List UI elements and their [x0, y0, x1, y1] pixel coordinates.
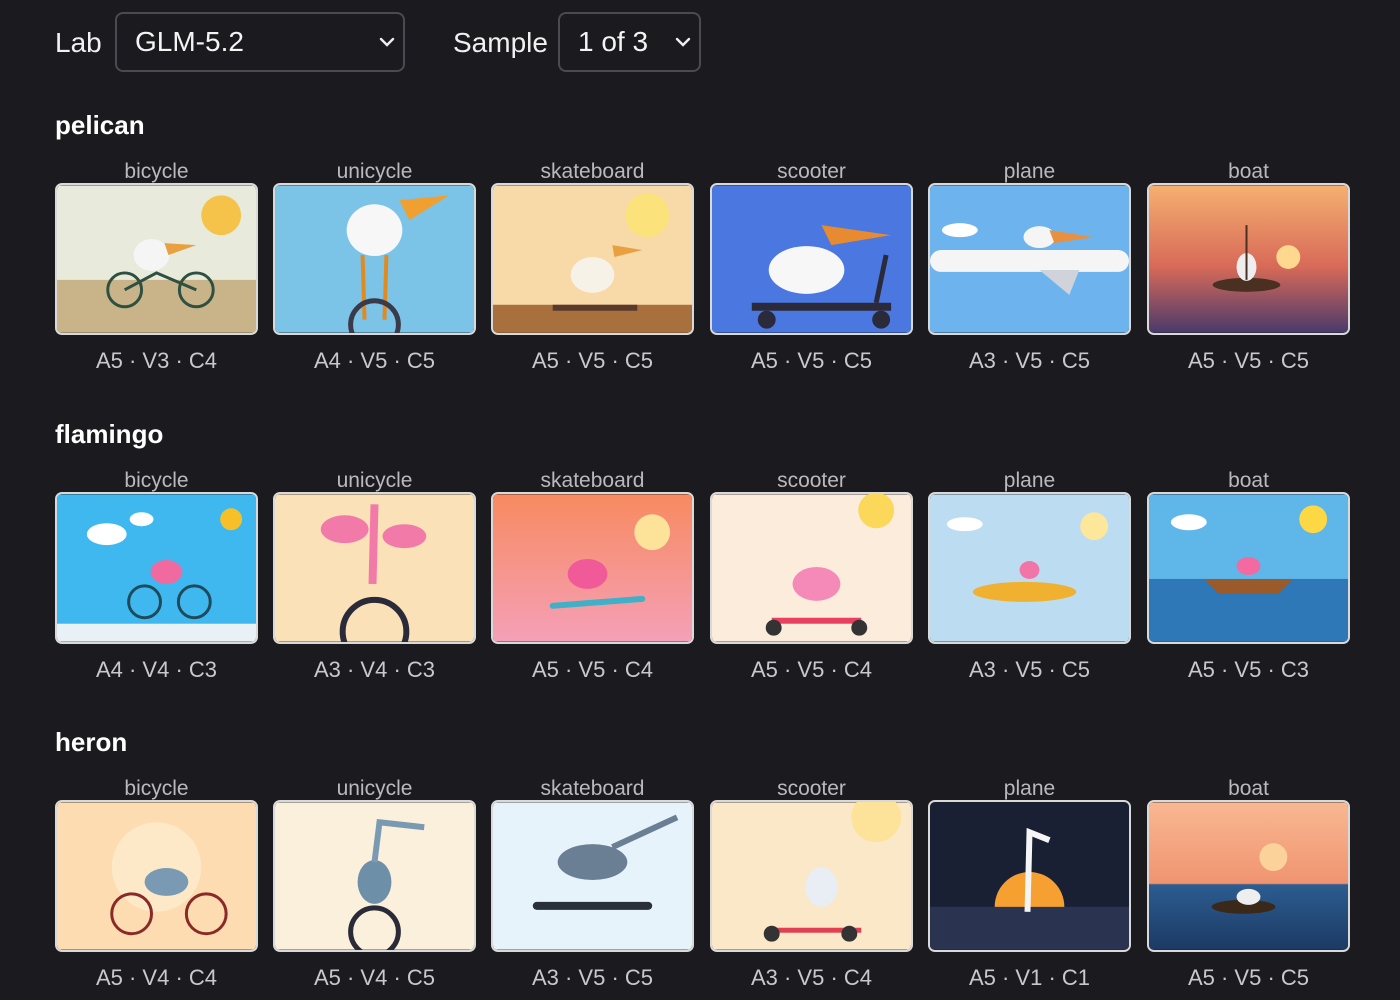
score-text: A5 · V5 · C5	[531, 348, 654, 373]
lab-select-value: GLM-5.2	[135, 26, 244, 57]
thumbnail-image[interactable]	[55, 800, 258, 952]
sample-select[interactable]: 1 of 3	[558, 12, 701, 72]
lab-label: Lab	[55, 27, 102, 58]
thumbnail-image[interactable]	[491, 492, 694, 644]
thumbnail-image[interactable]	[273, 183, 476, 335]
thumbnail-image[interactable]	[928, 492, 1131, 644]
group-title-flamingo: flamingo	[55, 419, 164, 449]
thumbnail-image[interactable]	[710, 183, 913, 335]
thumbnail-image[interactable]	[710, 800, 913, 952]
score-text: A5 · V5 · C5	[1187, 348, 1310, 373]
sample-label: Sample	[453, 27, 548, 58]
score-text: A5 · V3 · C4	[95, 348, 218, 373]
score-text: A3 · V5 · C5	[968, 657, 1091, 682]
score-text: A5 · V5 · C4	[750, 657, 873, 682]
lab-select[interactable]: GLM-5.2	[115, 12, 405, 72]
thumbnail-image[interactable]	[491, 183, 694, 335]
vehicle-label: skateboard	[540, 469, 645, 492]
score-text: A5 · V1 · C1	[968, 965, 1091, 990]
score-text: A5 · V5 · C4	[531, 657, 654, 682]
score-text: A3 · V4 · C3	[313, 657, 436, 682]
thumbnail-image[interactable]	[273, 800, 476, 952]
vehicle-label: unicycle	[336, 469, 413, 492]
thumbnail-image[interactable]	[928, 800, 1131, 952]
thumbnail-image[interactable]	[273, 492, 476, 644]
thumbnail-image[interactable]	[55, 183, 258, 335]
vehicle-label: scooter	[777, 160, 846, 183]
vehicle-label: boat	[1228, 469, 1269, 492]
vehicle-label: unicycle	[336, 777, 413, 800]
score-text: A3 · V5 · C5	[531, 965, 654, 990]
vehicle-label: boat	[1228, 160, 1269, 183]
vehicle-label: plane	[1003, 469, 1056, 492]
thumbnail-image[interactable]	[928, 183, 1131, 335]
vehicle-label: plane	[1003, 777, 1056, 800]
thumbnail-image[interactable]	[1147, 800, 1350, 952]
score-text: A5 · V5 · C5	[750, 348, 873, 373]
vehicle-label: scooter	[777, 469, 846, 492]
chevron-down-icon	[371, 37, 403, 47]
score-text: A4 · V4 · C3	[95, 657, 218, 682]
thumbnail-image[interactable]	[491, 800, 694, 952]
chevron-down-icon	[667, 37, 699, 47]
vehicle-label: unicycle	[336, 160, 413, 183]
sample-select-value: 1 of 3	[578, 26, 649, 57]
group-title-pelican: pelican	[55, 110, 145, 140]
vehicle-label: bicycle	[124, 160, 189, 183]
vehicle-label: bicycle	[124, 469, 189, 492]
toolbar: Lab GLM-5.2 Sample 1 of 3	[0, 0, 1400, 90]
vehicle-label: scooter	[777, 777, 846, 800]
vehicle-label: boat	[1228, 777, 1269, 800]
vehicle-label: bicycle	[124, 777, 189, 800]
score-text: A5 · V4 · C5	[313, 965, 436, 990]
score-text: A5 · V5 · C5	[1187, 965, 1310, 990]
score-text: A4 · V5 · C5	[313, 348, 436, 373]
vehicle-label: skateboard	[540, 777, 645, 800]
thumbnail-image[interactable]	[710, 492, 913, 644]
thumbnail-image[interactable]	[1147, 492, 1350, 644]
vehicle-label: plane	[1003, 160, 1056, 183]
thumbnail-image[interactable]	[1147, 183, 1350, 335]
score-text: A5 · V5 · C3	[1187, 657, 1310, 682]
score-text: A3 · V5 · C4	[750, 965, 873, 990]
score-text: A5 · V4 · C4	[95, 965, 218, 990]
group-title-heron: heron	[55, 727, 128, 757]
vehicle-label: skateboard	[540, 160, 645, 183]
thumbnail-image[interactable]	[55, 492, 258, 644]
score-text: A3 · V5 · C5	[968, 348, 1091, 373]
